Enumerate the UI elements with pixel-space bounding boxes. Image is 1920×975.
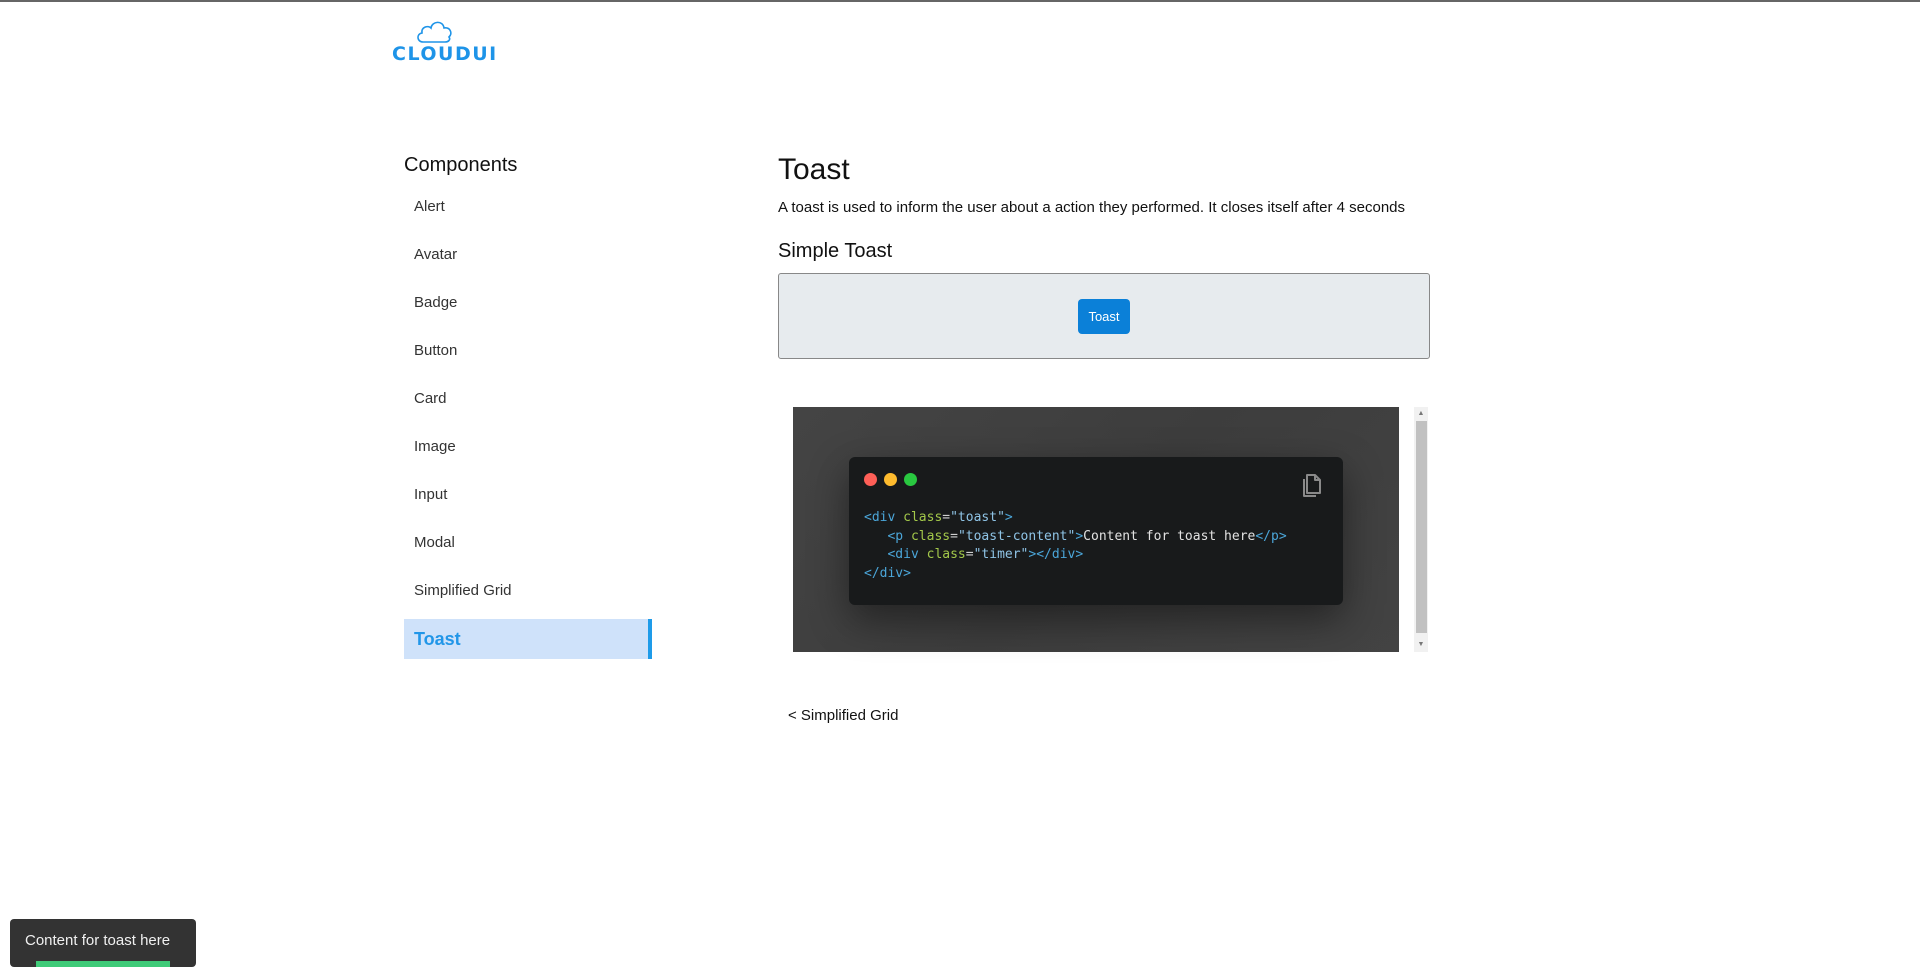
close-dot-icon — [864, 473, 877, 486]
scroll-down-arrow-icon[interactable]: ▼ — [1414, 638, 1428, 652]
code-line: <div class="toast"> — [864, 509, 1287, 528]
sidebar-item-avatar[interactable]: Avatar — [404, 235, 652, 275]
sidebar-item-button[interactable]: Button — [404, 331, 652, 371]
code-eq: = — [942, 510, 951, 525]
code-tag: <div — [864, 510, 896, 525]
code-preview: <div class="toast"> <p class="toast-cont… — [793, 407, 1399, 652]
sidebar-item-card[interactable]: Card — [404, 379, 652, 419]
code-attr: class — [926, 547, 966, 562]
logo-text: CLOUDUI — [392, 43, 498, 65]
sidebar-item-alert[interactable]: Alert — [404, 187, 652, 227]
sidebar: Components Alert Avatar Badge Button Car… — [404, 152, 652, 667]
minimize-dot-icon — [884, 473, 897, 486]
sidebar-item-image[interactable]: Image — [404, 427, 652, 467]
sidebar-title: Components — [404, 154, 518, 176]
code-eq: = — [950, 528, 958, 544]
window-dots — [864, 473, 917, 486]
code-text: Content for toast here — [1083, 528, 1256, 544]
code-tag: </p> — [1255, 528, 1287, 544]
page-description: A toast is used to inform the user about… — [778, 199, 1405, 216]
code-value: "timer" — [973, 547, 1029, 562]
code-tag: > — [1004, 510, 1013, 525]
code-line: <p class="toast-content">Content for toa… — [864, 528, 1287, 547]
toast-content: Content for toast here — [25, 932, 171, 949]
copy-icon[interactable] — [1299, 473, 1323, 499]
toast-demo-button[interactable]: Toast — [1078, 298, 1130, 334]
code-value: "toast-content" — [957, 528, 1076, 544]
code-block: <div class="toast"> <p class="toast-cont… — [864, 509, 1287, 583]
maximize-dot-icon — [904, 473, 917, 486]
code-attr: class — [903, 510, 943, 525]
previous-page-link[interactable]: < Simplified Grid — [788, 707, 898, 724]
code-line: <div class="timer"></div> — [864, 546, 1287, 565]
sidebar-item-toast[interactable]: Toast — [404, 619, 652, 659]
section-title: Simple Toast — [778, 240, 893, 262]
code-tag: <p — [887, 528, 904, 544]
code-tag: </div> — [864, 565, 911, 581]
code-attr: class — [910, 528, 951, 544]
code-window: <div class="toast"> <p class="toast-cont… — [849, 457, 1343, 605]
code-eq: = — [965, 547, 974, 562]
sidebar-item-input[interactable]: Input — [404, 475, 652, 515]
cloud-icon — [417, 21, 452, 43]
sidebar-item-modal[interactable]: Modal — [404, 523, 652, 563]
code-tag: </div> — [1036, 547, 1084, 562]
main-content: Toast A toast is used to inform the user… — [778, 152, 1430, 724]
code-tag: <div — [887, 547, 919, 562]
logo[interactable]: CLOUDUI — [392, 18, 498, 68]
code-tag: > — [1075, 528, 1084, 544]
sidebar-item-badge[interactable]: Badge — [404, 283, 652, 323]
page-title: Toast — [778, 153, 850, 186]
code-value: "toast" — [950, 510, 1005, 525]
sidebar-item-simplified-grid[interactable]: Simplified Grid — [404, 571, 652, 611]
toast-timer-bar — [36, 961, 170, 967]
demo-box: Toast — [778, 273, 1430, 359]
code-scrollbar[interactable]: ▲ ▼ — [1414, 407, 1428, 652]
scroll-thumb[interactable] — [1416, 421, 1427, 633]
toast-notification: Content for toast here — [10, 919, 196, 967]
code-line: </div> — [864, 565, 1287, 584]
scroll-up-arrow-icon[interactable]: ▲ — [1414, 407, 1428, 421]
